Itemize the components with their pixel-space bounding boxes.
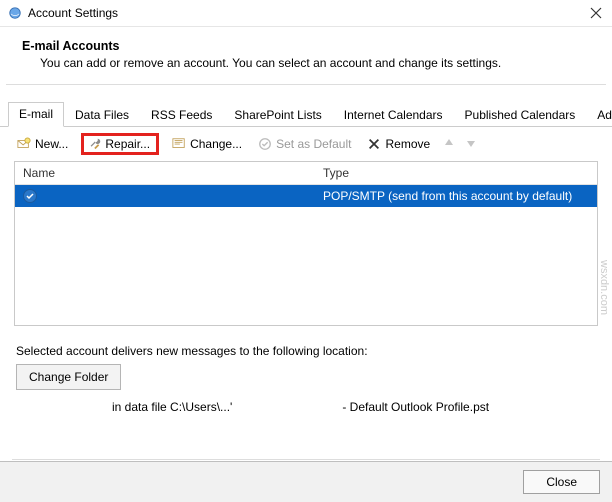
tab-address-books[interactable]: Address Books	[586, 103, 612, 127]
repair-label: Repair...	[105, 137, 150, 151]
delivery-text: Selected account delivers new messages t…	[16, 344, 596, 358]
footer: Close	[0, 461, 612, 502]
check-circle-icon	[258, 137, 272, 151]
column-name[interactable]: Name	[15, 162, 315, 184]
tab-published-calendars[interactable]: Published Calendars	[454, 103, 587, 127]
divider	[12, 459, 600, 460]
remove-label: Remove	[385, 137, 430, 151]
tab-rss-feeds[interactable]: RSS Feeds	[140, 103, 223, 127]
watermark: wsxdn.com	[598, 260, 610, 315]
change-icon	[172, 137, 186, 151]
repair-button[interactable]: Repair...	[81, 133, 159, 155]
new-mail-icon	[17, 137, 31, 151]
tab-email[interactable]: E-mail	[8, 102, 64, 127]
remove-icon	[367, 137, 381, 151]
remove-button[interactable]: Remove	[364, 135, 433, 153]
default-account-icon	[23, 189, 37, 203]
header-description: You can add or remove an account. You ca…	[40, 56, 590, 70]
delivery-section: Selected account delivers new messages t…	[0, 326, 612, 422]
list-row[interactable]: POP/SMTP (send from this account by defa…	[15, 185, 597, 207]
change-folder-button[interactable]: Change Folder	[16, 364, 121, 390]
new-label: New...	[35, 137, 68, 151]
header-title: E-mail Accounts	[22, 39, 590, 53]
new-button[interactable]: New...	[14, 135, 71, 153]
window-title: Account Settings	[28, 6, 118, 20]
tab-internet-calendars[interactable]: Internet Calendars	[333, 103, 454, 127]
list-header: Name Type	[15, 162, 597, 185]
set-default-button: Set as Default	[255, 135, 354, 153]
tab-strip: E-mail Data Files RSS Feeds SharePoint L…	[0, 85, 612, 127]
close-button[interactable]: Close	[523, 470, 600, 494]
move-down-button	[465, 137, 477, 152]
set-default-label: Set as Default	[276, 137, 351, 151]
window-close-button[interactable]	[590, 7, 602, 19]
row-type: POP/SMTP (send from this account by defa…	[315, 185, 597, 207]
header: E-mail Accounts You can add or remove an…	[0, 27, 612, 84]
accounts-list[interactable]: Name Type POP/SMTP (send from this accou…	[14, 161, 598, 326]
titlebar: Account Settings	[0, 0, 612, 27]
delivery-path-left: in data file C:\Users\...'	[112, 400, 232, 414]
move-up-button	[443, 137, 455, 152]
delivery-path-right: - Default Outlook Profile.pst	[342, 400, 489, 414]
change-button[interactable]: Change...	[169, 135, 245, 153]
toolbar: New... Repair... Change... Set as Defaul…	[0, 127, 612, 161]
column-type[interactable]: Type	[315, 162, 597, 184]
tab-data-files[interactable]: Data Files	[64, 103, 140, 127]
repair-icon	[88, 137, 102, 151]
app-icon	[8, 6, 22, 20]
tab-sharepoint-lists[interactable]: SharePoint Lists	[223, 103, 332, 127]
change-label: Change...	[190, 137, 242, 151]
